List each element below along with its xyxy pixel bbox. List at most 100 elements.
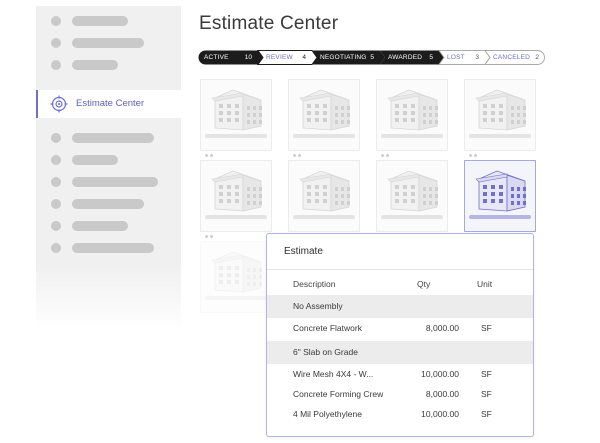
project-tile[interactable]: [288, 79, 360, 157]
tile-meta-placeholder: [293, 144, 305, 157]
project-tile-selected[interactable]: [464, 160, 536, 238]
row-description: Concrete Forming Crew: [293, 389, 384, 399]
pipeline-stage-label: REVIEW: [266, 54, 293, 61]
tile-title-placeholder: [293, 215, 355, 219]
pipeline-stage-canceled[interactable]: CANCELED 2: [487, 50, 545, 65]
sidebar-item-placeholder[interactable]: [36, 33, 181, 53]
sidebar-item-label-placeholder: [72, 221, 128, 231]
row-unit: SF: [481, 389, 492, 399]
pipeline-stage-awarded[interactable]: AWARDED 5: [382, 50, 439, 65]
tile-meta-placeholder: [205, 144, 217, 157]
pipeline-stage-count: 5: [370, 54, 374, 61]
sidebar-item-placeholder[interactable]: [36, 150, 181, 170]
table-row[interactable]: Concrete Forming Crew 8,000.00 SF: [267, 385, 533, 405]
project-tile[interactable]: [200, 79, 272, 157]
sidebar-item-icon: [51, 133, 61, 143]
sidebar-item-icon: [51, 38, 61, 48]
pipeline-stage-lost[interactable]: LOST 3: [441, 50, 485, 65]
sidebar-item-placeholder[interactable]: [36, 128, 181, 148]
pipeline-stage-negotiating[interactable]: NEGOTIATING 5: [314, 50, 380, 65]
project-tile[interactable]: [376, 160, 448, 238]
group-row[interactable]: 6" Slab on Grade: [267, 341, 533, 364]
pipeline-stage-active[interactable]: ACTIVE 10: [198, 50, 258, 65]
page-title: Estimate Center: [199, 13, 339, 34]
pipeline-stage-count: 4: [302, 54, 306, 61]
pipeline-stage-count: 2: [535, 54, 539, 61]
sidebar: Estimate Center: [36, 6, 181, 331]
row-qty: 10,000.00: [421, 409, 459, 419]
sidebar-item-label-placeholder: [72, 199, 144, 209]
sidebar-item-icon: [51, 221, 61, 231]
tile-title-placeholder: [381, 215, 443, 219]
sidebar-item-icon: [51, 16, 61, 26]
sidebar-item-icon: [51, 177, 61, 187]
sidebar-item-placeholder[interactable]: [36, 172, 181, 192]
pipeline-stage-label: AWARDED: [388, 54, 423, 61]
project-tile[interactable]: [288, 160, 360, 238]
sidebar-item-icon: [51, 243, 61, 253]
tile-title-placeholder: [205, 215, 267, 219]
sidebar-item-label: Estimate Center: [76, 98, 145, 109]
tile-title-placeholder: [381, 134, 443, 138]
project-tile[interactable]: [200, 241, 272, 313]
tile-title-placeholder: [293, 134, 355, 138]
table-row[interactable]: Wire Mesh 4X4 - W... 10,000.00 SF: [267, 365, 533, 385]
group-row[interactable]: No Assembly: [267, 295, 533, 318]
building-icon: [475, 170, 526, 212]
tile-title-placeholder: [469, 134, 531, 138]
sidebar-item-placeholder[interactable]: [36, 194, 181, 214]
sidebar-item-placeholder[interactable]: [36, 55, 181, 75]
sidebar-item-icon: [51, 60, 61, 70]
sidebar-item-icon: [51, 155, 61, 165]
sidebar-item-label-placeholder: [72, 243, 154, 253]
row-unit: SF: [481, 369, 492, 379]
pipeline-stage-label: LOST: [447, 54, 465, 61]
pipeline-stage-label: CANCELED: [493, 54, 530, 61]
column-header-description[interactable]: Description: [293, 279, 336, 289]
status-pipeline: ACTIVE 10 REVIEW 4 NEGOTIATING 5 AWARDED…: [198, 50, 545, 65]
group-label: No Assembly: [293, 301, 343, 311]
sidebar-item-label-placeholder: [72, 155, 118, 165]
sidebar-item-label-placeholder: [72, 60, 118, 70]
building-icon: [211, 251, 262, 293]
row-description: Concrete Flatwork: [293, 323, 362, 333]
target-icon: [50, 95, 68, 113]
sidebar-item-estimate-center[interactable]: Estimate Center: [36, 90, 181, 118]
project-tile[interactable]: [376, 79, 448, 157]
building-icon: [387, 170, 438, 212]
building-icon: [387, 89, 438, 131]
group-label: 6" Slab on Grade: [293, 347, 358, 357]
row-unit: SF: [481, 409, 492, 419]
building-icon: [211, 170, 262, 212]
sidebar-item-label-placeholder: [72, 38, 144, 48]
sidebar-item-label-placeholder: [72, 133, 154, 143]
popup-title: Estimate: [284, 246, 323, 257]
sidebar-item-placeholder[interactable]: [36, 238, 181, 258]
pipeline-stage-count: 5: [429, 54, 433, 61]
divider: [267, 269, 533, 270]
sidebar-item-placeholder[interactable]: [36, 11, 181, 31]
tile-meta-placeholder: [469, 225, 481, 238]
sidebar-item-placeholder[interactable]: [36, 216, 181, 236]
project-tile[interactable]: [464, 79, 536, 157]
tile-meta-placeholder: [469, 144, 481, 157]
tile-meta-placeholder: [381, 225, 393, 238]
table-row[interactable]: Concrete Flatwork 8,000.00 SF: [267, 319, 533, 339]
table-row[interactable]: 4 Mil Polyethylene 10,000.00 SF: [267, 405, 533, 425]
pipeline-stage-review[interactable]: REVIEW 4: [260, 50, 312, 65]
pipeline-stage-label: ACTIVE: [204, 54, 229, 61]
column-header-unit[interactable]: Unit: [477, 279, 492, 289]
tile-title-placeholder: [469, 215, 531, 219]
row-description: 4 Mil Polyethylene: [293, 409, 362, 419]
estimate-popup: Estimate Description Qty Unit No Assembl…: [266, 233, 534, 437]
sidebar-item-icon: [51, 199, 61, 209]
row-qty: 8,000.00: [425, 389, 459, 399]
pipeline-stage-label: NEGOTIATING: [320, 54, 367, 61]
building-icon: [211, 89, 262, 131]
row-qty: 10,000.00: [421, 369, 459, 379]
column-header-qty[interactable]: Qty: [417, 279, 430, 289]
project-tile[interactable]: [200, 160, 272, 238]
tile-meta-placeholder: [293, 225, 305, 238]
pipeline-stage-count: 3: [475, 54, 479, 61]
tile-title-placeholder: [205, 296, 267, 300]
